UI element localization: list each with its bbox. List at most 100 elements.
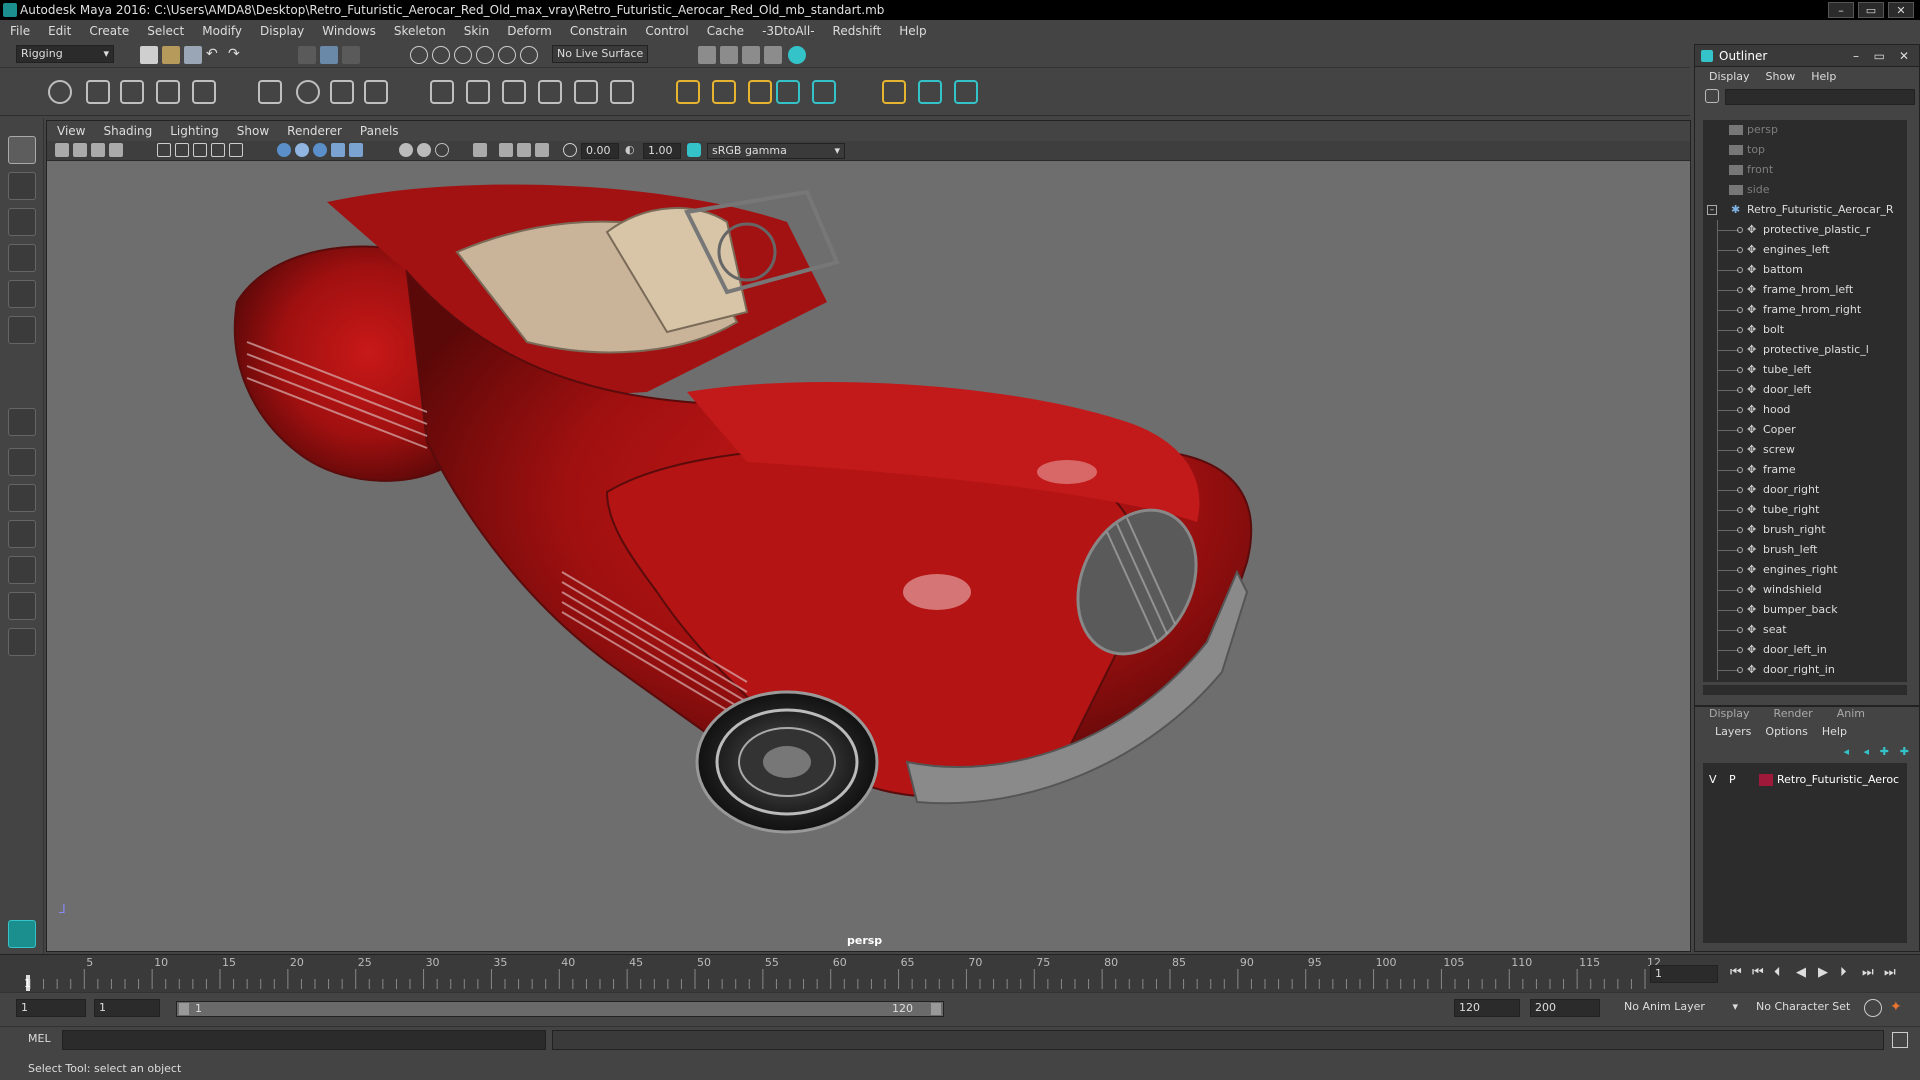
menu-set-dropdown[interactable]: Rigging ▾ (16, 45, 114, 63)
step-back-key-icon[interactable]: ⏮ (1752, 965, 1764, 980)
select-object-icon[interactable] (320, 46, 338, 64)
tab-render[interactable]: Render (1774, 707, 1813, 720)
point-constraint-icon[interactable] (430, 80, 454, 104)
menu-file[interactable]: File (10, 24, 30, 38)
outliner-item-group[interactable]: – ✱ Retro_Futuristic_Aerocar_R (1703, 200, 1907, 220)
parent-constraint-icon[interactable] (574, 80, 598, 104)
command-language-label[interactable]: MEL (28, 1032, 51, 1045)
move-layer-up-icon[interactable]: ◂ (1843, 745, 1849, 758)
new-layer-icon[interactable]: ✚ (1880, 745, 1889, 758)
anti-aliasing-icon[interactable] (435, 143, 449, 157)
outliner-item-mesh[interactable]: ✥ frame (1703, 460, 1907, 480)
xray-components-icon[interactable] (535, 143, 549, 157)
gamma-field[interactable]: 1.00 (643, 143, 681, 159)
exposure-field[interactable]: 0.00 (581, 143, 619, 159)
redo-icon[interactable]: ↷ (228, 46, 246, 64)
play-backward-icon[interactable]: ◀ (1796, 965, 1806, 980)
outliner-item-mesh[interactable]: ✥ door_right_in (1703, 660, 1907, 680)
ipr-render-icon[interactable] (720, 46, 738, 64)
tab-anim[interactable]: Anim (1837, 707, 1865, 720)
snap-curve-icon[interactable] (432, 46, 450, 64)
script-editor-icon[interactable] (1892, 1032, 1908, 1048)
camera-attributes-icon[interactable] (73, 143, 87, 157)
outliner-item-mesh[interactable]: ✥ seat (1703, 620, 1907, 640)
scale-constraint-icon[interactable] (538, 80, 562, 104)
step-forward-frame-icon[interactable]: ⏵ (1840, 965, 1847, 980)
playback-end-field[interactable]: 120 (1454, 999, 1520, 1017)
paint-select-icon[interactable] (8, 208, 36, 236)
menu-control[interactable]: Control (645, 24, 688, 38)
menu-3dtoall[interactable]: -3DtoAll- (762, 24, 814, 38)
vp-menu-lighting[interactable]: Lighting (170, 124, 219, 138)
vp-menu-shading[interactable]: Shading (103, 124, 152, 138)
outliner-item-side[interactable]: side (1703, 180, 1907, 200)
select-component-icon[interactable] (342, 46, 360, 64)
outliner-item-mesh[interactable]: ✥ frame_hrom_left (1703, 280, 1907, 300)
outliner-item-mesh[interactable]: ✥ door_left (1703, 380, 1907, 400)
shadows-icon[interactable] (399, 143, 413, 157)
outliner-item-mesh[interactable]: ✥ bolt (1703, 320, 1907, 340)
side-by-side-icon[interactable] (8, 484, 36, 512)
scale-tool-icon[interactable] (8, 316, 36, 344)
single-view-icon[interactable] (8, 408, 36, 436)
outliner-hscrollbar[interactable] (1703, 685, 1907, 695)
range-end-handle[interactable] (931, 1003, 941, 1015)
character-set-dropdown[interactable]: No Character Set (1752, 999, 1864, 1017)
menu-windows[interactable]: Windows (322, 24, 376, 38)
four-view-icon[interactable] (8, 448, 36, 476)
quick-rig-icon[interactable] (954, 80, 978, 104)
layer-visibility-toggle[interactable]: V (1709, 771, 1717, 789)
outliner-item-mesh[interactable]: ✥ brush_left (1703, 540, 1907, 560)
graph-editor-icon[interactable] (918, 80, 942, 104)
persp-outliner-icon[interactable] (8, 520, 36, 548)
step-forward-key-icon[interactable]: ⏭ (1862, 965, 1874, 980)
new-layer-selected-icon[interactable]: ✚ (1900, 745, 1909, 758)
menu-help[interactable]: Help (899, 24, 926, 38)
range-slider[interactable]: 1 120 (176, 1001, 944, 1017)
vp-menu-show[interactable]: Show (237, 124, 269, 138)
save-scene-icon[interactable] (184, 46, 202, 64)
go-to-end-icon[interactable]: ⏭ (1884, 965, 1896, 980)
live-surface-field[interactable]: No Live Surface (552, 45, 648, 63)
field-chart-icon[interactable] (229, 143, 243, 157)
textured-icon[interactable] (331, 143, 345, 157)
move-tool-icon[interactable] (8, 244, 36, 272)
render-settings-icon[interactable] (742, 46, 760, 64)
go-to-start-icon[interactable]: ⏮ (1730, 965, 1742, 980)
orient-constraint-icon[interactable] (502, 80, 526, 104)
view-transform-dropdown[interactable]: sRGB gamma ▾ (707, 143, 845, 159)
layer-menu-help[interactable]: Help (1822, 725, 1847, 738)
ik-fk-icon[interactable] (712, 80, 736, 104)
snap-live-icon[interactable] (520, 46, 538, 64)
lights-icon[interactable] (349, 143, 363, 157)
vp-menu-view[interactable]: View (57, 124, 85, 138)
wireframe-on-shaded-icon[interactable] (313, 143, 327, 157)
time-slider[interactable]: 5 10 15 20 25 30 35 40 45 50 55 60 65 70 75 80 85 90 95 100… (0, 954, 1920, 992)
current-frame-field[interactable]: 1 (1650, 965, 1718, 983)
step-back-frame-icon[interactable]: ⏴ (1774, 965, 1781, 980)
maximize-button[interactable]: ▭ (1858, 2, 1884, 18)
camera-select-icon[interactable] (55, 143, 69, 157)
outliner-item-mesh[interactable]: ✥ bumper_back (1703, 600, 1907, 620)
anim-layer-dropdown[interactable]: No Anim Layer ▾ (1620, 999, 1740, 1017)
pole-vector-icon[interactable] (610, 80, 634, 104)
menu-create[interactable]: Create (89, 24, 129, 38)
outliner-item-mesh[interactable]: ✥ door_right (1703, 480, 1907, 500)
minimize-button[interactable]: – (1828, 2, 1854, 18)
outliner-search-input[interactable] (1725, 89, 1915, 105)
outliner-item-mesh[interactable]: ✥ protective_plastic_r (1703, 220, 1907, 240)
grid-icon[interactable] (157, 143, 171, 157)
menu-deform[interactable]: Deform (507, 24, 552, 38)
menu-skeleton[interactable]: Skeleton (394, 24, 446, 38)
menu-display[interactable]: Display (260, 24, 304, 38)
redshift-render-icon[interactable] (788, 46, 806, 64)
collapse-icon[interactable]: – (1707, 205, 1717, 215)
wireframe-icon[interactable] (277, 143, 291, 157)
move-layer-down-icon[interactable]: ◂ (1863, 745, 1869, 758)
start-time-field[interactable]: 1 (16, 999, 86, 1017)
layer-menu-options[interactable]: Options (1765, 725, 1807, 738)
anim-prefs-icon[interactable]: ✦ (1890, 999, 1908, 1017)
menu-redshift[interactable]: Redshift (833, 24, 882, 38)
hypershade-icon[interactable] (764, 46, 782, 64)
snap-view-icon[interactable] (476, 46, 494, 64)
